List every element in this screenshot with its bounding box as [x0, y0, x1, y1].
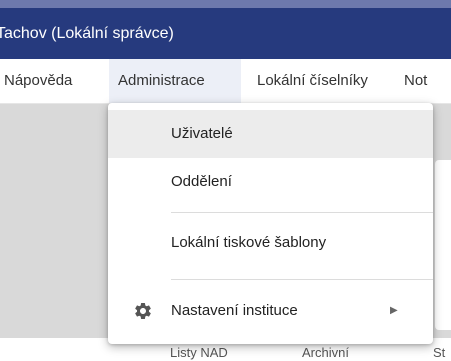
- menu-item-lokalni-tiskove-sablony[interactable]: Lokální tiskové šablony: [108, 219, 433, 267]
- menu-item-administrace[interactable]: Administrace: [109, 59, 241, 103]
- footer-tab-st[interactable]: St: [433, 344, 445, 361]
- app-title: Tachov (Lokální správce): [0, 25, 174, 42]
- menu-item-not[interactable]: Not: [404, 59, 451, 103]
- administrace-dropdown-menu: Uživatelé Oddělení Lokální tiskové šablo…: [108, 103, 433, 344]
- menu-item-label: Administrace: [118, 72, 205, 89]
- background-card: [435, 160, 451, 330]
- menu-item-label: Nastavení instituce: [171, 302, 298, 319]
- menu-item-napoveda[interactable]: Nápověda: [4, 59, 104, 103]
- menu-item-uzivatele[interactable]: Uživatelé: [108, 110, 433, 158]
- menu-item-label: Lokální tiskové šablony: [171, 234, 327, 251]
- submenu-arrow-icon: ▶: [390, 305, 398, 316]
- menu-bar: Nápověda Administrace Lokální číselníky …: [0, 59, 451, 104]
- footer-tab-listy-nad[interactable]: Listy NAD: [170, 344, 228, 361]
- menu-item-oddeleni[interactable]: Oddělení: [108, 158, 433, 206]
- menu-divider: [171, 212, 433, 213]
- title-bar: Tachov (Lokální správce): [0, 8, 451, 59]
- footer-tab-archivni[interactable]: Archivní: [302, 344, 349, 361]
- menu-item-label: Not: [404, 72, 428, 89]
- menu-item-label: Uživatelé: [171, 125, 233, 142]
- menu-item-nastaveni-instituce[interactable]: Nastavení instituce ▶: [108, 287, 433, 335]
- menu-item-label: Lokální číselníky: [257, 72, 368, 89]
- menu-item-label: Oddělení: [171, 173, 232, 190]
- menu-item-label: Nápověda: [4, 72, 73, 89]
- topbar-accent: [0, 0, 451, 8]
- menu-divider: [171, 279, 433, 280]
- gear-icon: [135, 303, 151, 319]
- menu-item-lokalni-ciselniky[interactable]: Lokální číselníky: [257, 59, 407, 103]
